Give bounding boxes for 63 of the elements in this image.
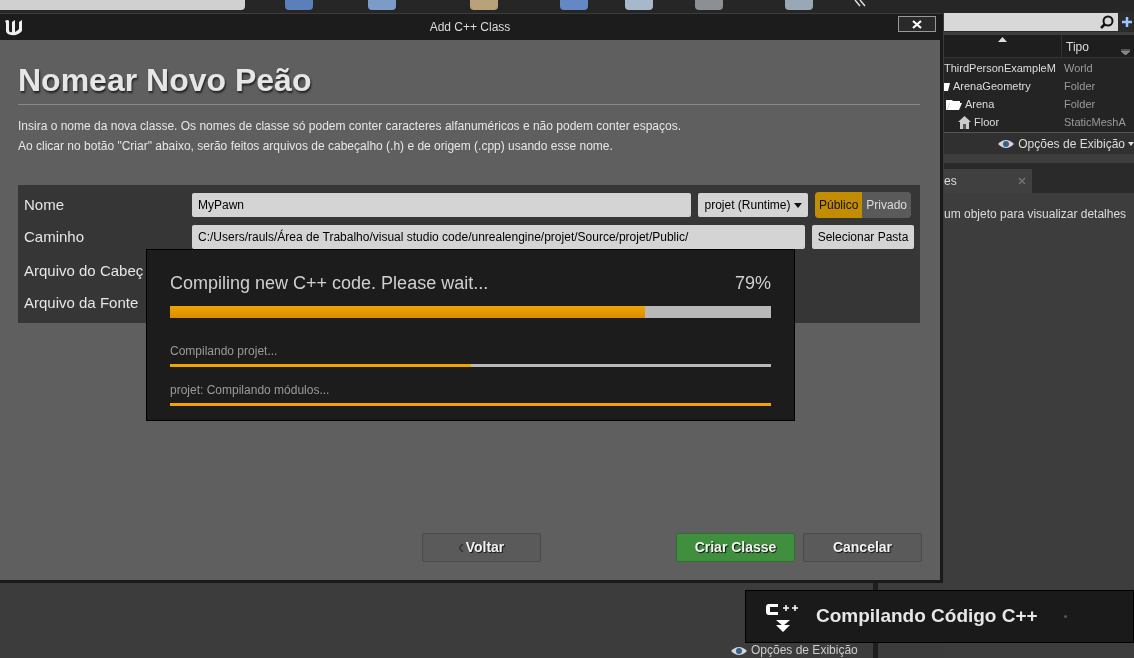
toolbar-icon[interactable] bbox=[470, 0, 498, 10]
name-field[interactable]: MyPawn bbox=[192, 193, 691, 217]
logo-icon bbox=[3, 17, 23, 37]
field-label: Arquivo do Cabeç bbox=[24, 260, 145, 281]
item-name: ThirdPersonExampleM bbox=[944, 60, 1056, 76]
item-type: StaticMeshA bbox=[1064, 114, 1126, 130]
chevron-left-icon bbox=[458, 543, 464, 552]
folder-icon bbox=[946, 98, 962, 110]
task-label: projet: Compilando módulos... bbox=[170, 382, 330, 399]
toolbar-icon[interactable] bbox=[695, 0, 723, 10]
notification-text: Compilando Código C++ bbox=[816, 604, 1038, 629]
item-name: ArenaGeometry bbox=[953, 78, 1031, 94]
eye-icon bbox=[730, 645, 748, 656]
path-field[interactable]: C:/Users/rauls/Área de Trabalho/visual studio code/unrealengine/projet/Source/projet/Public/ bbox=[192, 225, 805, 249]
sort-arrow-icon bbox=[998, 37, 1007, 42]
description-text: Insira o nome da nova classe. Os nomes de classe só podem conter caracteres alfanuméricos e não podem conter espaços. bbox=[18, 119, 682, 133]
back-button[interactable]: Voltar bbox=[422, 533, 541, 562]
item-name: Floor bbox=[974, 114, 1000, 130]
item-type: World bbox=[1064, 60, 1093, 76]
search-field[interactable] bbox=[944, 13, 1118, 31]
view-options-button[interactable]: Opções de Exibição bbox=[730, 644, 858, 657]
outliner-row[interactable]: Arena Folder bbox=[944, 95, 1134, 113]
create-class-button[interactable]: Criar Classe bbox=[676, 533, 795, 562]
dialog-heading: Nomear Novo Peão bbox=[18, 61, 312, 100]
toolbar-icon[interactable] bbox=[560, 0, 588, 10]
column-title: Tipo bbox=[1066, 39, 1089, 56]
progress-percent: 79% bbox=[734, 272, 771, 295]
search-icon bbox=[1100, 15, 1114, 29]
visibility-toggle[interactable]: Privado bbox=[862, 192, 912, 218]
outliner-row[interactable]: Floor StaticMeshA bbox=[944, 113, 1134, 131]
toolbar-icon[interactable] bbox=[785, 0, 813, 10]
eye-icon bbox=[997, 138, 1016, 149]
toolbar-icon[interactable] bbox=[285, 0, 313, 10]
select-folder-button[interactable]: Selecionar Pasta bbox=[812, 225, 914, 249]
close-button[interactable] bbox=[898, 16, 936, 32]
search-field[interactable] bbox=[0, 0, 245, 10]
caret-icon bbox=[793, 202, 802, 208]
item-type: Folder bbox=[1064, 78, 1096, 94]
caret-icon bbox=[1128, 141, 1134, 146]
item-type: Folder bbox=[1064, 96, 1096, 112]
visibility-toggle[interactable]: Público bbox=[815, 192, 863, 218]
toolbar-icon[interactable] bbox=[625, 0, 653, 10]
window-title: Add C++ Class bbox=[429, 19, 511, 36]
dropdown-icon bbox=[1121, 49, 1130, 55]
cancel-button[interactable]: Cancelar bbox=[803, 533, 922, 562]
close-icon[interactable] bbox=[1018, 177, 1026, 185]
toolbar-icon[interactable] bbox=[368, 0, 396, 10]
details-hint: um objeto para visualizar detalhes bbox=[944, 206, 1128, 223]
details-tab[interactable]: es bbox=[944, 169, 1032, 193]
outliner-row[interactable]: ArenaGeometry Folder bbox=[944, 77, 1134, 95]
tab-label: es bbox=[944, 173, 957, 190]
progress-title: Compiling new C++ code. Please wait... bbox=[170, 272, 489, 295]
module-dropdown[interactable]: projet (Runtime) bbox=[698, 193, 808, 217]
field-label: Nome bbox=[24, 194, 65, 215]
close-icon bbox=[912, 19, 922, 29]
house-icon bbox=[958, 115, 971, 129]
add-icon[interactable] bbox=[1122, 17, 1132, 27]
description-text: Ao clicar no botão "Criar" abaixo, serão feitos arquivos de cabeçalho (.h) e de origem (.cpp) usando esse nome. bbox=[18, 139, 613, 153]
outliner-row[interactable]: ThirdPersonExampleM World bbox=[944, 59, 1134, 77]
field-label: Caminho bbox=[24, 226, 86, 247]
field-label: Arquivo da Fonte bbox=[24, 292, 140, 313]
task-label: Compilando projet... bbox=[170, 343, 278, 360]
item-name: Arena bbox=[965, 96, 995, 112]
